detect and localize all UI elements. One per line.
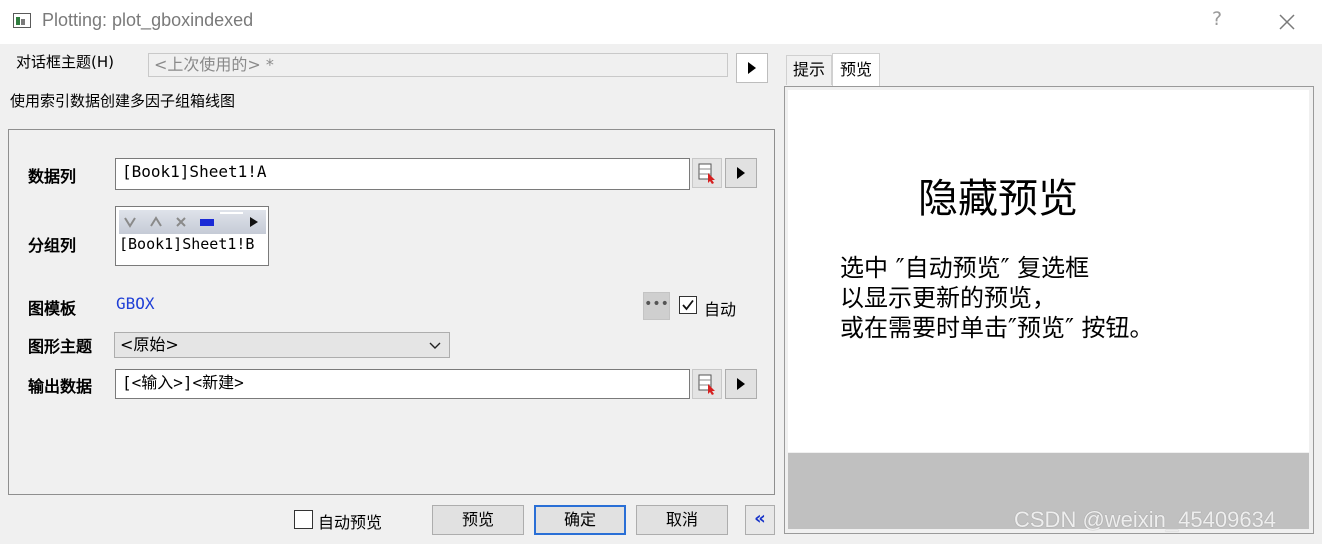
preview-area: 隐藏预览 选中 ″自动预览″ 复选框 以显示更新的预览， 或在需要时单击″预览″… (788, 90, 1309, 452)
cancel-button[interactable]: 取消 (636, 505, 728, 535)
dialog-description: 使用索引数据创建多因子组箱线图 (10, 92, 236, 110)
auto-preview-label[interactable]: 自动预览 (318, 509, 382, 533)
data-column-input[interactable]: [Book1]Sheet1!A (115, 158, 690, 190)
dialog-theme-label: 对话框主题(H) (16, 53, 114, 71)
select-all-icon[interactable] (200, 219, 214, 226)
select-range-icon (698, 163, 715, 184)
data-column-label: 数据列 (28, 167, 77, 186)
help-button[interactable]: ? (1206, 8, 1228, 34)
output-data-pick-button[interactable] (692, 369, 722, 399)
triangle-right-icon (737, 378, 745, 390)
preview-hidden-title: 隐藏预览 (918, 176, 1078, 222)
output-data-menu-button[interactable] (725, 369, 757, 399)
close-button[interactable] (1270, 8, 1302, 36)
output-data-input[interactable]: [<输入>]<新建> (115, 369, 690, 399)
move-down-icon[interactable] (124, 217, 136, 228)
auto-preview-checkbox[interactable] (294, 510, 313, 529)
group-column-item[interactable]: [Book1]Sheet1!B (119, 235, 254, 253)
template-value[interactable]: GBOX (116, 294, 155, 313)
tab-hint[interactable]: 提示 (786, 55, 832, 85)
preview-message-line: 或在需要时单击″预览″ 按钮。 (840, 314, 1154, 342)
checkmark-icon (682, 299, 694, 311)
collapse-panel-button[interactable]: « (745, 505, 775, 535)
dialog-theme-menu-button[interactable] (736, 53, 768, 83)
template-browse-button[interactable]: ••• (643, 292, 670, 320)
triangle-right-icon (748, 62, 756, 74)
preview-panel: 隐藏预览 选中 ″自动预览″ 复选框 以显示更新的预览， 或在需要时单击″预览″… (784, 86, 1314, 534)
remove-icon[interactable] (176, 217, 186, 227)
data-column-menu-button[interactable] (725, 158, 757, 188)
ok-button[interactable]: 确定 (534, 505, 626, 535)
triangle-right-icon (737, 167, 745, 179)
auto-checkbox[interactable] (679, 296, 697, 314)
group-column-list[interactable]: [Book1]Sheet1!B (115, 206, 269, 266)
move-up-icon[interactable] (150, 216, 162, 227)
data-column-pick-button[interactable] (692, 158, 722, 188)
auto-checkbox-label[interactable]: 自动 (704, 296, 736, 320)
dialog-theme-input[interactable]: <上次使用的> * (148, 53, 728, 77)
output-data-label: 输出数据 (28, 377, 93, 396)
group-column-label: 分组列 (28, 236, 77, 255)
close-icon (1279, 14, 1295, 30)
app-icon (13, 13, 31, 28)
title-bar: Plotting: plot_gboxindexed ? (0, 0, 1322, 44)
watermark: CSDN @weixin_45409634 (1014, 507, 1277, 532)
expand-icon[interactable] (250, 217, 258, 227)
chevron-down-icon (429, 342, 441, 349)
graph-theme-select[interactable]: <原始> (114, 332, 450, 358)
group-column-toolbar (119, 210, 266, 234)
template-label: 图模板 (28, 299, 77, 318)
window-title: Plotting: plot_gboxindexed (42, 10, 254, 30)
graph-theme-label: 图形主题 (28, 337, 93, 356)
select-range-icon (698, 374, 715, 395)
preview-button[interactable]: 预览 (432, 505, 524, 535)
tab-preview[interactable]: 预览 (832, 53, 880, 87)
graph-theme-value: <原始> (120, 335, 179, 354)
